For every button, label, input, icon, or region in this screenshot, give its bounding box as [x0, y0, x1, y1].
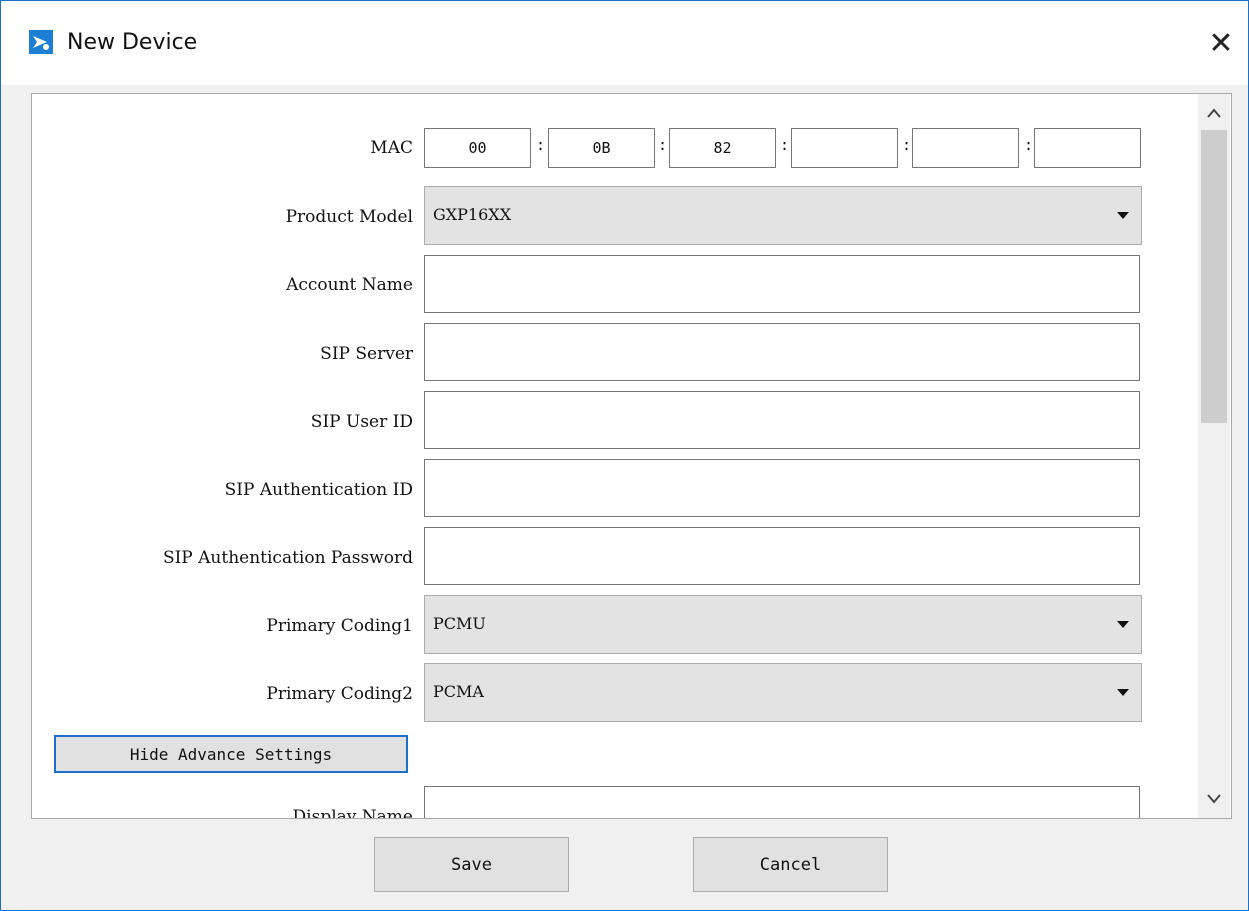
- sip-server-input[interactable]: [424, 323, 1140, 381]
- product-model-value: GXP16XX: [433, 205, 512, 224]
- product-model-label: Product Model: [285, 207, 413, 227]
- primary-coding2-select[interactable]: PCMA: [424, 663, 1142, 722]
- scroll-thumb[interactable]: [1201, 130, 1227, 423]
- primary-coding1-value: PCMU: [433, 614, 486, 633]
- mac-separator: :: [658, 136, 668, 154]
- scroll-down-icon[interactable]: [1198, 786, 1230, 812]
- mac-octet-5[interactable]: [912, 128, 1019, 168]
- mac-separator: :: [780, 136, 790, 154]
- sip-auth-id-input[interactable]: [424, 459, 1140, 517]
- account-name-input[interactable]: [424, 255, 1140, 313]
- cancel-button[interactable]: Cancel: [693, 837, 888, 892]
- window-title: New Device: [67, 30, 198, 55]
- mac-label: MAC: [370, 138, 413, 158]
- mac-octet-1[interactable]: 00: [424, 128, 531, 168]
- mac-separator: :: [536, 136, 546, 154]
- display-name-label: Display Name: [292, 807, 413, 819]
- save-button[interactable]: Save: [374, 837, 569, 892]
- mac-separator: :: [902, 136, 912, 154]
- device-form: MAC 00 : 0B : 82 : : : Product Model GXP…: [31, 93, 1232, 819]
- product-model-select[interactable]: GXP16XX: [424, 186, 1142, 245]
- mac-separator: :: [1024, 136, 1034, 154]
- display-name-input[interactable]: [424, 786, 1140, 818]
- primary-coding1-label: Primary Coding1: [266, 616, 413, 636]
- sip-auth-id-label: SIP Authentication ID: [224, 480, 413, 500]
- mac-octet-6[interactable]: [1034, 128, 1141, 168]
- vertical-scrollbar[interactable]: [1198, 94, 1230, 818]
- title-bar: New Device ✕: [1, 1, 1248, 85]
- new-device-dialog: New Device ✕ MAC 00 : 0B : 82 : : : Prod…: [0, 0, 1249, 911]
- sip-user-id-label: SIP User ID: [310, 412, 413, 432]
- mac-octet-2[interactable]: 0B: [548, 128, 655, 168]
- grandstream-logo-icon: [29, 30, 53, 54]
- sip-user-id-input[interactable]: [424, 391, 1140, 449]
- primary-coding2-label: Primary Coding2: [266, 684, 413, 704]
- primary-coding2-value: PCMA: [433, 682, 484, 701]
- chevron-down-icon: [1117, 621, 1129, 628]
- chevron-down-icon: [1117, 689, 1129, 696]
- mac-octet-3[interactable]: 82: [669, 128, 776, 168]
- primary-coding1-select[interactable]: PCMU: [424, 595, 1142, 654]
- sip-server-label: SIP Server: [320, 344, 413, 364]
- hide-advance-settings-button[interactable]: Hide Advance Settings: [54, 735, 408, 773]
- sip-auth-password-input[interactable]: [424, 527, 1140, 585]
- mac-octet-4[interactable]: [791, 128, 898, 168]
- chevron-down-icon: [1117, 212, 1129, 219]
- scroll-up-icon[interactable]: [1198, 100, 1230, 126]
- sip-auth-password-label: SIP Authentication Password: [162, 548, 413, 568]
- close-icon[interactable]: ✕: [1201, 23, 1241, 63]
- account-name-label: Account Name: [286, 275, 413, 295]
